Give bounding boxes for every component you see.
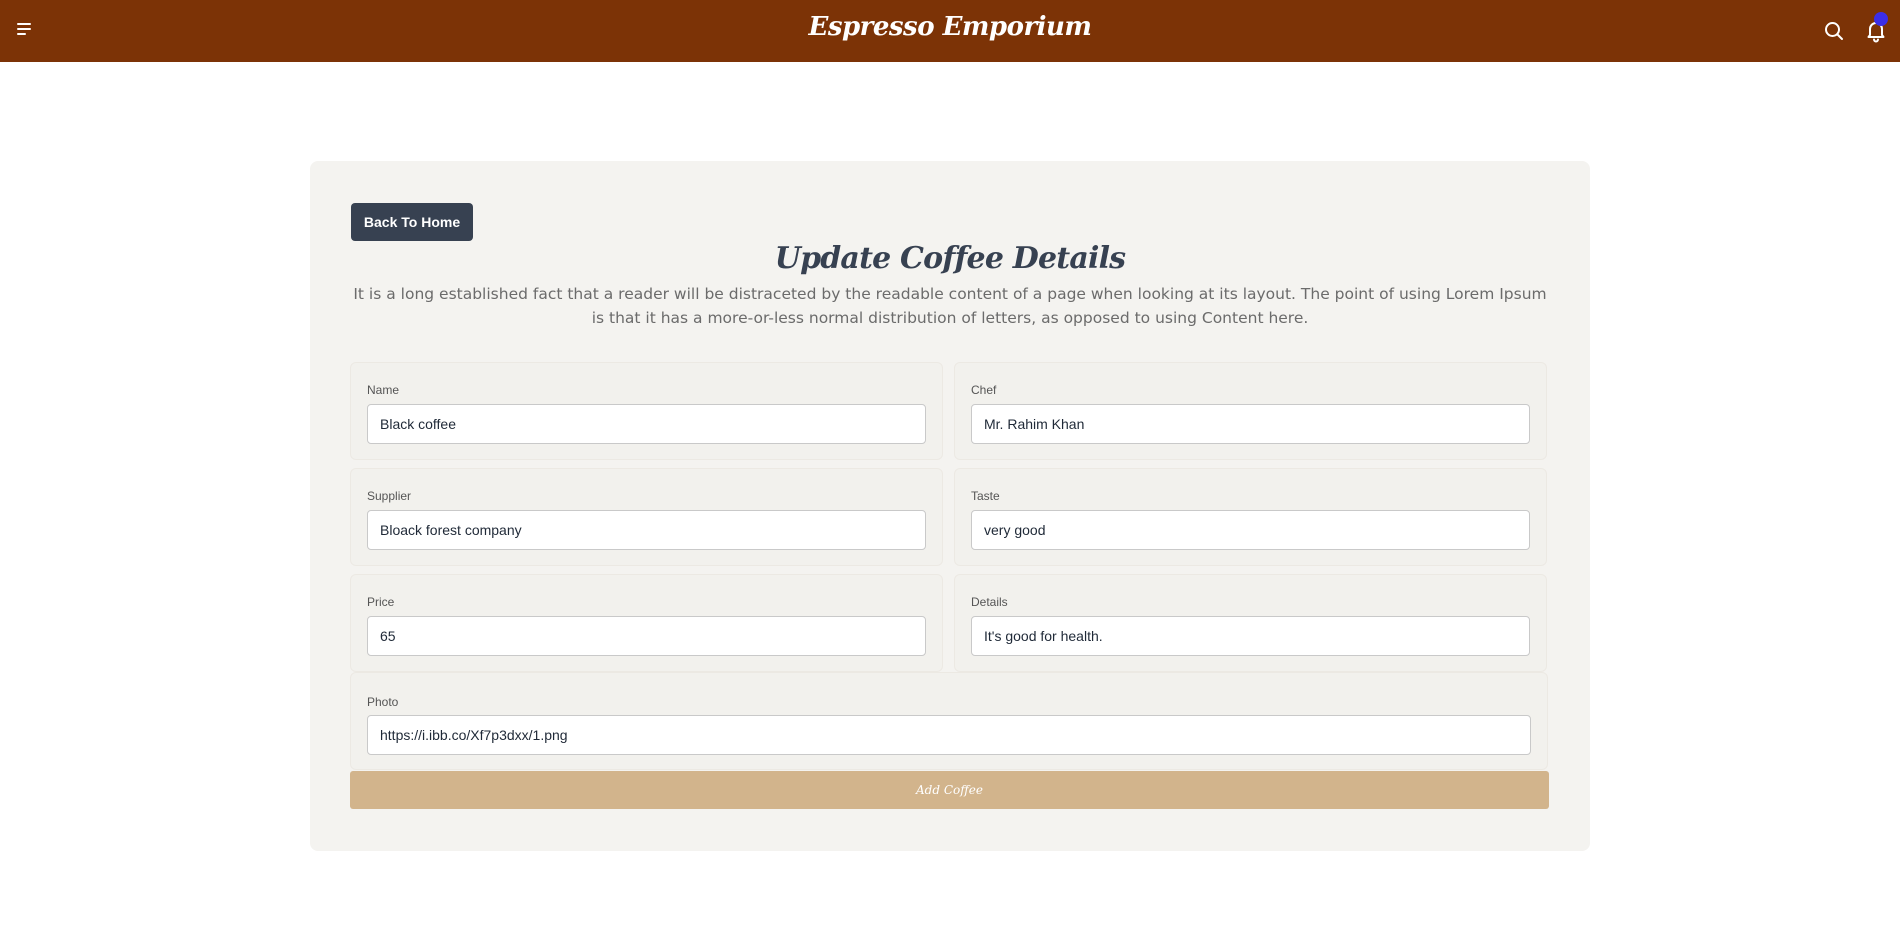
- chef-label: Chef: [971, 383, 997, 397]
- page-description: It is a long established fact that a rea…: [353, 285, 1547, 327]
- supplier-label: Supplier: [367, 489, 412, 503]
- supplier-input[interactable]: [367, 510, 926, 550]
- price-label: Price: [367, 595, 395, 609]
- add-coffee-button[interactable]: Add Coffee: [350, 771, 1549, 809]
- notification-badge: [1874, 12, 1888, 26]
- details-field-group: Details: [954, 574, 1547, 672]
- update-coffee-card: Back To Home Update Coffee Details It is…: [310, 161, 1590, 851]
- name-input[interactable]: [367, 404, 926, 444]
- supplier-field-group: Supplier: [350, 468, 943, 566]
- taste-label: Taste: [971, 489, 1000, 503]
- details-input[interactable]: [971, 616, 1530, 656]
- search-icon[interactable]: [1822, 19, 1846, 43]
- chef-field-group: Chef: [954, 362, 1547, 460]
- photo-label: Photo: [367, 695, 399, 709]
- back-to-home-button[interactable]: Back To Home: [351, 203, 473, 241]
- taste-field-group: Taste: [954, 468, 1547, 566]
- page-title: Update Coffee Details: [774, 241, 1126, 276]
- details-label: Details: [971, 595, 1008, 609]
- price-field-group: Price: [350, 574, 943, 672]
- top-navbar: Espresso Emporium: [0, 0, 1900, 62]
- chef-input[interactable]: [971, 404, 1530, 444]
- price-input[interactable]: [367, 616, 926, 656]
- photo-field-group: Photo: [350, 672, 1548, 770]
- taste-input[interactable]: [971, 510, 1530, 550]
- photo-input[interactable]: [367, 715, 1531, 755]
- name-field-group: Name: [350, 362, 943, 460]
- name-label: Name: [367, 383, 400, 397]
- brand-title[interactable]: Espresso Emporium: [0, 12, 1900, 42]
